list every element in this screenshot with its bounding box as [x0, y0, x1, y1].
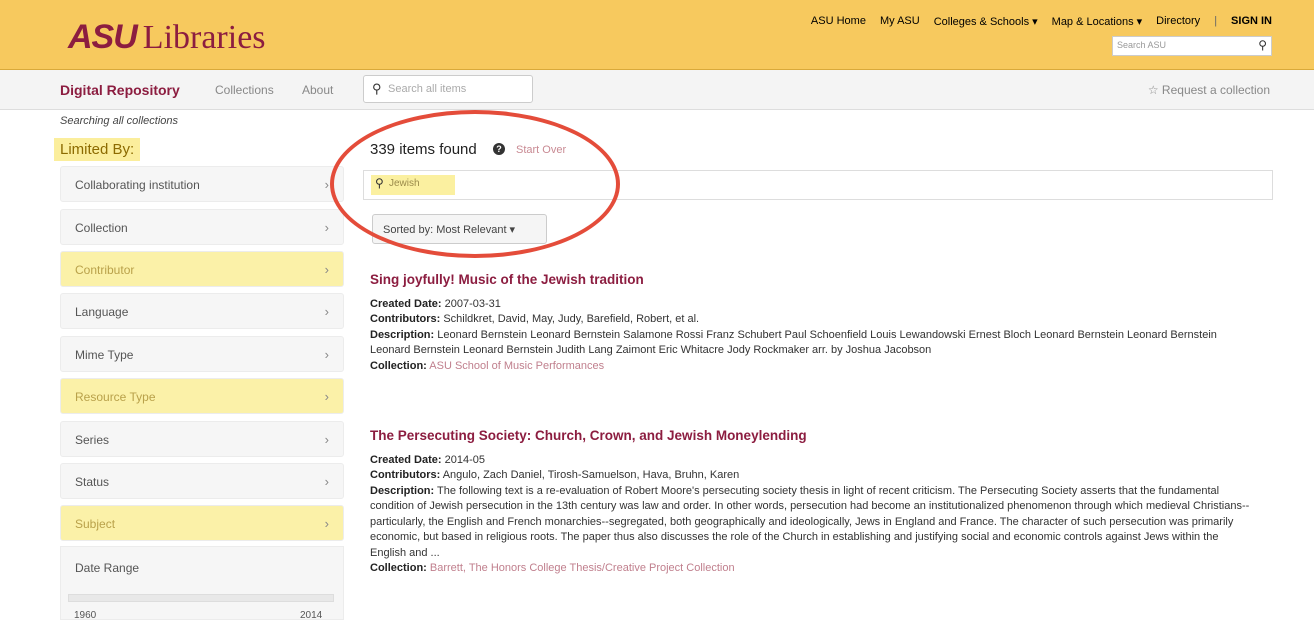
link-my-asu[interactable]: My ASU	[880, 15, 920, 28]
asu-logo-mark: ASU	[68, 18, 138, 56]
asu-search-input[interactable]: Search ASU ⚲	[1112, 36, 1272, 56]
chevron-right-icon: ›	[324, 516, 329, 531]
chevron-right-icon: ›	[324, 304, 329, 319]
date-range-label: Date Range	[75, 561, 140, 575]
contributors-value: Schildkret, David, May, Judy, Barefield,…	[443, 313, 700, 325]
collection-link[interactable]: Barrett, The Honors College Thesis/Creat…	[430, 562, 735, 574]
nav-about[interactable]: About	[302, 83, 333, 97]
collection-label: Collection:	[370, 562, 427, 574]
facet-label: Status	[75, 475, 110, 489]
result-description: Description: The following text is a re-…	[370, 484, 1250, 562]
link-colleges-schools[interactable]: Colleges & Schools ▾	[934, 15, 1038, 28]
facet-label: Collaborating institution	[75, 178, 200, 192]
date-range-max: 2014	[300, 610, 323, 620]
repository-navbar: Digital Repository Collections About ⚲ S…	[0, 70, 1314, 110]
nav-brand[interactable]: Digital Repository	[60, 82, 180, 98]
chevron-right-icon: ›	[324, 220, 329, 235]
facet-contributor[interactable]: Contributor ›	[60, 251, 344, 287]
description-label: Description:	[370, 484, 435, 497]
facet-mime-type[interactable]: Mime Type ›	[60, 336, 344, 372]
result-created-date: Created Date: 2007-03-31	[370, 297, 1250, 313]
result-title[interactable]: Sing joyfully! Music of the Jewish tradi…	[370, 272, 1250, 288]
created-label: Created Date:	[370, 453, 442, 466]
facet-language[interactable]: Language ›	[60, 293, 344, 329]
facet-label: Language	[75, 305, 129, 319]
searching-scope: Searching all collections	[60, 115, 179, 127]
sign-in-link[interactable]: SIGN IN	[1231, 15, 1272, 28]
asu-search-placeholder: Search ASU	[1117, 40, 1167, 50]
result-collection: Collection: Barrett, The Honors College …	[370, 561, 1250, 577]
date-range-slider[interactable]	[68, 594, 334, 602]
result-description: Description: Leonard Bernstein Leonard B…	[370, 328, 1250, 359]
date-range-min: 1960	[74, 610, 97, 620]
facet-label: Series	[75, 433, 110, 447]
result-item: The Persecuting Society: Church, Crown, …	[370, 428, 1250, 577]
search-all-items-input[interactable]: ⚲ Search all items	[363, 75, 533, 103]
facet-series[interactable]: Series ›	[60, 421, 344, 457]
created-label: Created Date:	[370, 297, 442, 310]
created-value: 2007-03-31	[444, 297, 501, 310]
contributors-label: Contributors:	[370, 469, 441, 481]
result-title[interactable]: The Persecuting Society: Church, Crown, …	[370, 428, 1250, 444]
request-collection-link[interactable]: ☆ Request a collection	[1148, 83, 1270, 97]
search-icon: ⚲	[372, 81, 382, 96]
chevron-right-icon: ›	[324, 177, 329, 192]
annotation-circle	[330, 110, 620, 258]
contributors-value: Angulo, Zach Daniel, Tirosh-Samuelson, H…	[442, 469, 740, 481]
asu-libraries-logo[interactable]: ASU Libraries	[68, 18, 266, 57]
created-value: 2014-05	[444, 453, 485, 466]
description-label: Description:	[370, 328, 435, 341]
result-item: Sing joyfully! Music of the Jewish tradi…	[370, 272, 1250, 374]
facet-date-range: Date Range	[60, 546, 344, 620]
chevron-right-icon: ›	[324, 474, 329, 489]
chevron-right-icon: ›	[324, 389, 329, 404]
chevron-right-icon: ›	[324, 262, 329, 277]
nav-collections[interactable]: Collections	[215, 83, 274, 97]
facet-label: Mime Type	[75, 348, 134, 362]
facet-label: Contributor	[75, 263, 135, 277]
facet-status[interactable]: Status ›	[60, 463, 344, 499]
result-collection: Collection: ASU School of Music Performa…	[370, 359, 1250, 375]
result-created-date: Created Date: 2014-05	[370, 453, 1250, 469]
facet-collaborating-institution[interactable]: Collaborating institution ›	[60, 166, 344, 202]
link-asu-home[interactable]: ASU Home	[811, 15, 866, 28]
facet-subject[interactable]: Subject ›	[60, 505, 344, 541]
search-all-items-placeholder: Search all items	[388, 83, 467, 95]
facet-resource-type[interactable]: Resource Type ›	[60, 378, 344, 414]
facet-label: Resource Type	[75, 390, 156, 404]
contributors-label: Contributors:	[370, 313, 441, 325]
description-value: Leonard Bernstein Leonard Bernstein Sala…	[370, 328, 1217, 357]
result-contributors: Contributors: Schildkret, David, May, Ju…	[370, 312, 1250, 328]
facet-label: Collection	[75, 221, 128, 235]
link-separator: |	[1214, 15, 1218, 27]
libraries-logo-text: Libraries	[142, 18, 266, 56]
chevron-right-icon: ›	[324, 432, 329, 447]
top-links: ASU Home My ASU Colleges & Schools ▾ Map…	[811, 15, 1272, 28]
facet-label: Subject	[75, 517, 116, 531]
limited-by-heading: Limited By:	[54, 138, 141, 161]
link-map-locations[interactable]: Map & Locations ▾	[1052, 15, 1143, 28]
facet-collection[interactable]: Collection ›	[60, 209, 344, 245]
collection-link[interactable]: ASU School of Music Performances	[429, 360, 604, 372]
link-directory[interactable]: Directory	[1156, 15, 1200, 28]
chevron-right-icon: ›	[324, 347, 329, 362]
site-header: ASU Libraries ASU Home My ASU Colleges &…	[0, 0, 1314, 70]
search-icon[interactable]: ⚲	[1258, 38, 1267, 52]
result-contributors: Contributors: Angulo, Zach Daniel, Tiros…	[370, 468, 1250, 484]
collection-label: Collection:	[370, 359, 427, 372]
description-value: The following text is a re-evaluation of…	[370, 484, 1250, 559]
